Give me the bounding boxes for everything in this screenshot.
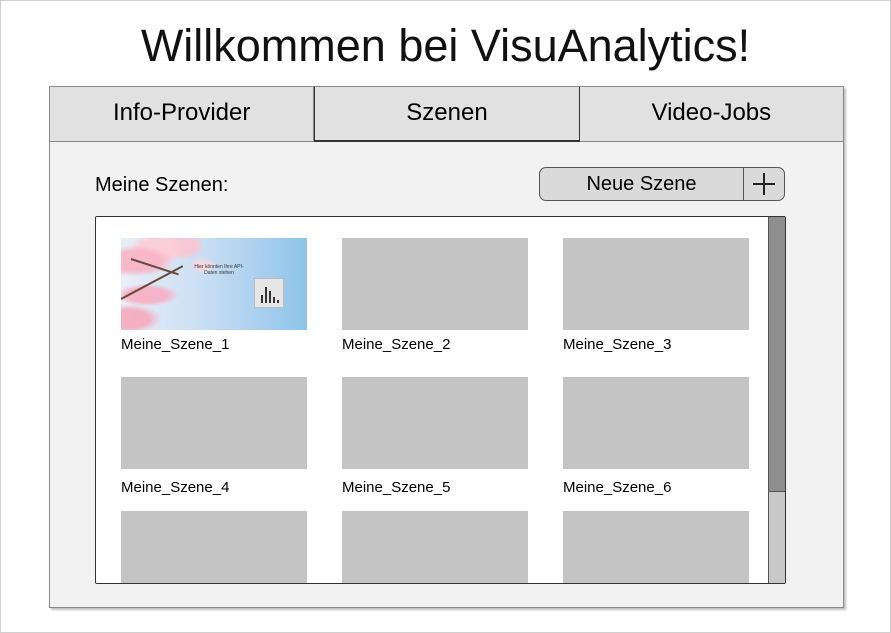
scene-name: Meine_Szene_3 — [563, 336, 672, 353]
scene-tile[interactable]: Meine_Szene_5 — [342, 377, 528, 497]
scene-tile[interactable]: Meine_Szene_4 — [121, 377, 307, 497]
scene-tile[interactable] — [563, 511, 749, 583]
scene-name: Meine_Szene_4 — [121, 479, 230, 496]
scene-tile[interactable]: Meine_Szene_6 — [563, 377, 749, 497]
scrollbar[interactable] — [768, 217, 785, 583]
scene-name: Meine_Szene_1 — [121, 336, 230, 353]
scene-thumbnail[interactable] — [563, 377, 749, 469]
new-scene-button-label: Neue Szene — [586, 173, 697, 195]
page-title: Willkommen bei VisuAnalytics! — [140, 20, 751, 71]
scene-thumbnail-image[interactable]: Hier könnten Ihre API-Daten stehen — [121, 238, 307, 330]
tab-video-jobs[interactable]: Video-Jobs — [579, 87, 843, 142]
scene-tile[interactable] — [121, 511, 307, 583]
new-scene-button[interactable]: Neue Szene — [539, 167, 785, 201]
scene-thumbnail[interactable] — [121, 511, 307, 583]
branch-decoration — [130, 258, 179, 276]
tab-info-provider[interactable]: Info-Provider — [50, 87, 315, 142]
scene-thumbnail[interactable] — [342, 377, 528, 469]
scene-tile[interactable]: Meine_Szene_2 — [342, 238, 528, 354]
scenes-heading: Meine Szenen: — [95, 174, 229, 196]
tab-szenen[interactable]: Szenen — [314, 87, 580, 142]
scene-thumbnail[interactable] — [563, 511, 749, 583]
scene-thumbnail[interactable] — [342, 238, 528, 330]
branch-decoration — [121, 265, 184, 300]
scene-thumbnail[interactable] — [121, 377, 307, 469]
scenes-grid[interactable]: Hier könnten Ihre API-Daten stehen Meine… — [95, 216, 786, 584]
api-placeholder-text: Hier könnten Ihre API-Daten stehen — [194, 264, 244, 276]
main-panel: Info-Provider Szenen Video-Jobs Meine Sz… — [49, 86, 844, 608]
scene-thumbnail[interactable] — [563, 238, 749, 330]
scene-tile[interactable]: Hier könnten Ihre API-Daten stehen Meine… — [121, 238, 307, 354]
scene-name: Meine_Szene_5 — [342, 479, 451, 496]
tab-bar: Info-Provider Szenen Video-Jobs — [50, 87, 843, 143]
scene-name: Meine_Szene_6 — [563, 479, 672, 496]
bar-chart-icon — [254, 278, 284, 308]
scene-name: Meine_Szene_2 — [342, 336, 451, 353]
scene-thumbnail[interactable] — [342, 511, 528, 583]
scene-tile[interactable] — [342, 511, 528, 583]
scene-tile[interactable]: Meine_Szene_3 — [563, 238, 749, 354]
plus-icon[interactable] — [743, 168, 784, 200]
scrollbar-thumb[interactable] — [769, 217, 785, 492]
